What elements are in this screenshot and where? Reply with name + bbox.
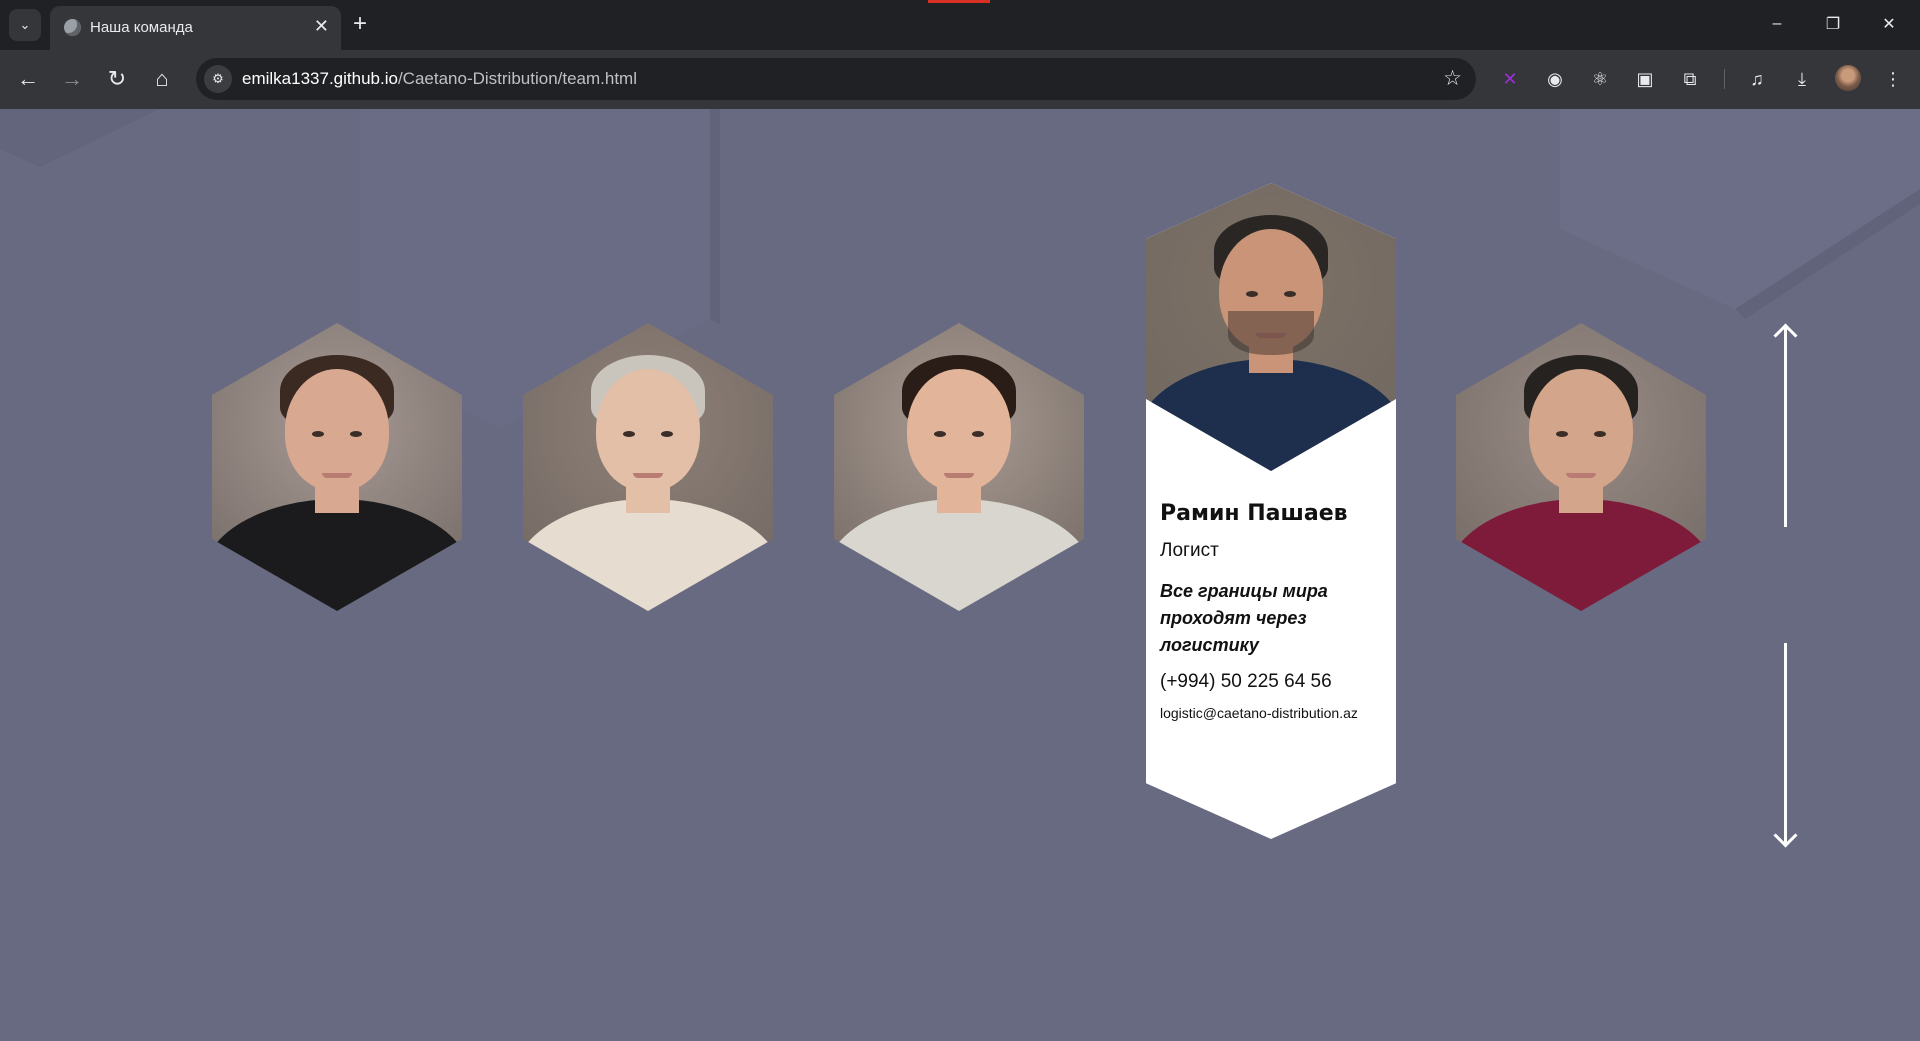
team-page: Рамин Пашаев Логист Все границы мира про… [0, 109, 1920, 1041]
arrow-down-shaft [1784, 643, 1787, 843]
portrait-eye [1246, 291, 1258, 297]
arrow-down-icon [1773, 823, 1798, 848]
portrait-beard [1228, 311, 1314, 355]
portrait-mouth [1566, 473, 1596, 478]
tab-search-button[interactable]: ⌄ [9, 9, 41, 41]
media-controls-icon[interactable]: ♫ [1744, 66, 1770, 92]
arrow-up-shaft [1784, 327, 1787, 527]
picture-in-picture-icon[interactable]: ▣ [1632, 66, 1658, 92]
restore-button[interactable]: ❐ [1810, 8, 1856, 40]
recording-indicator [928, 0, 990, 3]
globe-icon [64, 19, 81, 36]
featured-member-photo [1146, 183, 1396, 471]
member-email[interactable]: logistic@caetano-distribution.az [1160, 705, 1386, 721]
tab-strip: ⌄ Наша команда ✕ + – ❐ ✕ [0, 0, 1920, 50]
minimize-button[interactable]: – [1754, 8, 1800, 40]
tab-active[interactable]: Наша команда ✕ [50, 6, 341, 50]
portrait-eye [972, 431, 984, 437]
member-phone[interactable]: (+994) 50 225 64 56 [1160, 671, 1386, 693]
browser-toolbar: ← → ↻ ⌂ ⚙ emilka1337.github.io/Caetano-D… [0, 50, 1920, 109]
team-member-card[interactable]: Рамин Пашаев Логист Все границы мира про… [1146, 183, 1396, 839]
reload-button[interactable]: ↻ [101, 63, 133, 95]
react-devtools-icon[interactable]: ⚛ [1587, 66, 1613, 92]
member-role: Логист [1160, 540, 1219, 561]
member-quote: Все границы мира проходят через логистик… [1160, 581, 1328, 655]
close-tab-icon[interactable]: ✕ [314, 16, 329, 36]
scroll-down-arrow[interactable] [1770, 643, 1800, 853]
owl-extension-icon[interactable]: ◉ [1542, 66, 1568, 92]
member-name: Рамин Пашаев [1160, 501, 1348, 526]
profile-avatar[interactable] [1835, 65, 1861, 91]
portrait-eye [934, 431, 946, 437]
back-button[interactable]: ← [12, 63, 44, 95]
close-window-button[interactable]: ✕ [1866, 8, 1912, 40]
url-host: emilka1337.github.io [242, 69, 398, 88]
address-bar[interactable]: ⚙ emilka1337.github.io/Caetano-Distribut… [196, 58, 1476, 100]
portrait-eye [1556, 431, 1568, 437]
portrait-eye [623, 431, 635, 437]
url-path: /Caetano-Distribution/team.html [397, 69, 637, 88]
portrait-mouth [633, 473, 663, 478]
portrait-eye [350, 431, 362, 437]
portrait-eye [1284, 291, 1296, 297]
portrait-eye [661, 431, 673, 437]
url-text[interactable]: emilka1337.github.io/Caetano-Distributio… [242, 69, 637, 89]
portrait-mouth [944, 473, 974, 478]
arrow-up-icon [1773, 323, 1798, 348]
chevron-down-icon: ⌄ [19, 17, 31, 32]
toolbar-divider [1724, 69, 1725, 89]
tab-title: Наша команда [90, 19, 193, 36]
new-tab-button[interactable]: + [353, 10, 367, 38]
menu-icon[interactable]: ⋮ [1880, 66, 1906, 92]
portrait-eye [1594, 431, 1606, 437]
portrait-eye [312, 431, 324, 437]
card-body: Рамин Пашаев Логист Все границы мира про… [1160, 501, 1386, 721]
download-icon[interactable]: ⤓ [1789, 66, 1815, 92]
extensions-puzzle-icon[interactable]: ⧉ [1677, 66, 1703, 92]
bookmark-star-icon[interactable]: ☆ [1443, 66, 1462, 91]
portrait-mouth [322, 473, 352, 478]
scroll-up-arrow[interactable] [1770, 323, 1800, 533]
home-button[interactable]: ⌂ [146, 63, 178, 95]
site-info-icon[interactable]: ⚙ [204, 65, 232, 93]
forward-button[interactable]: → [56, 63, 88, 95]
x-extension-icon[interactable]: ✕ [1497, 66, 1523, 92]
